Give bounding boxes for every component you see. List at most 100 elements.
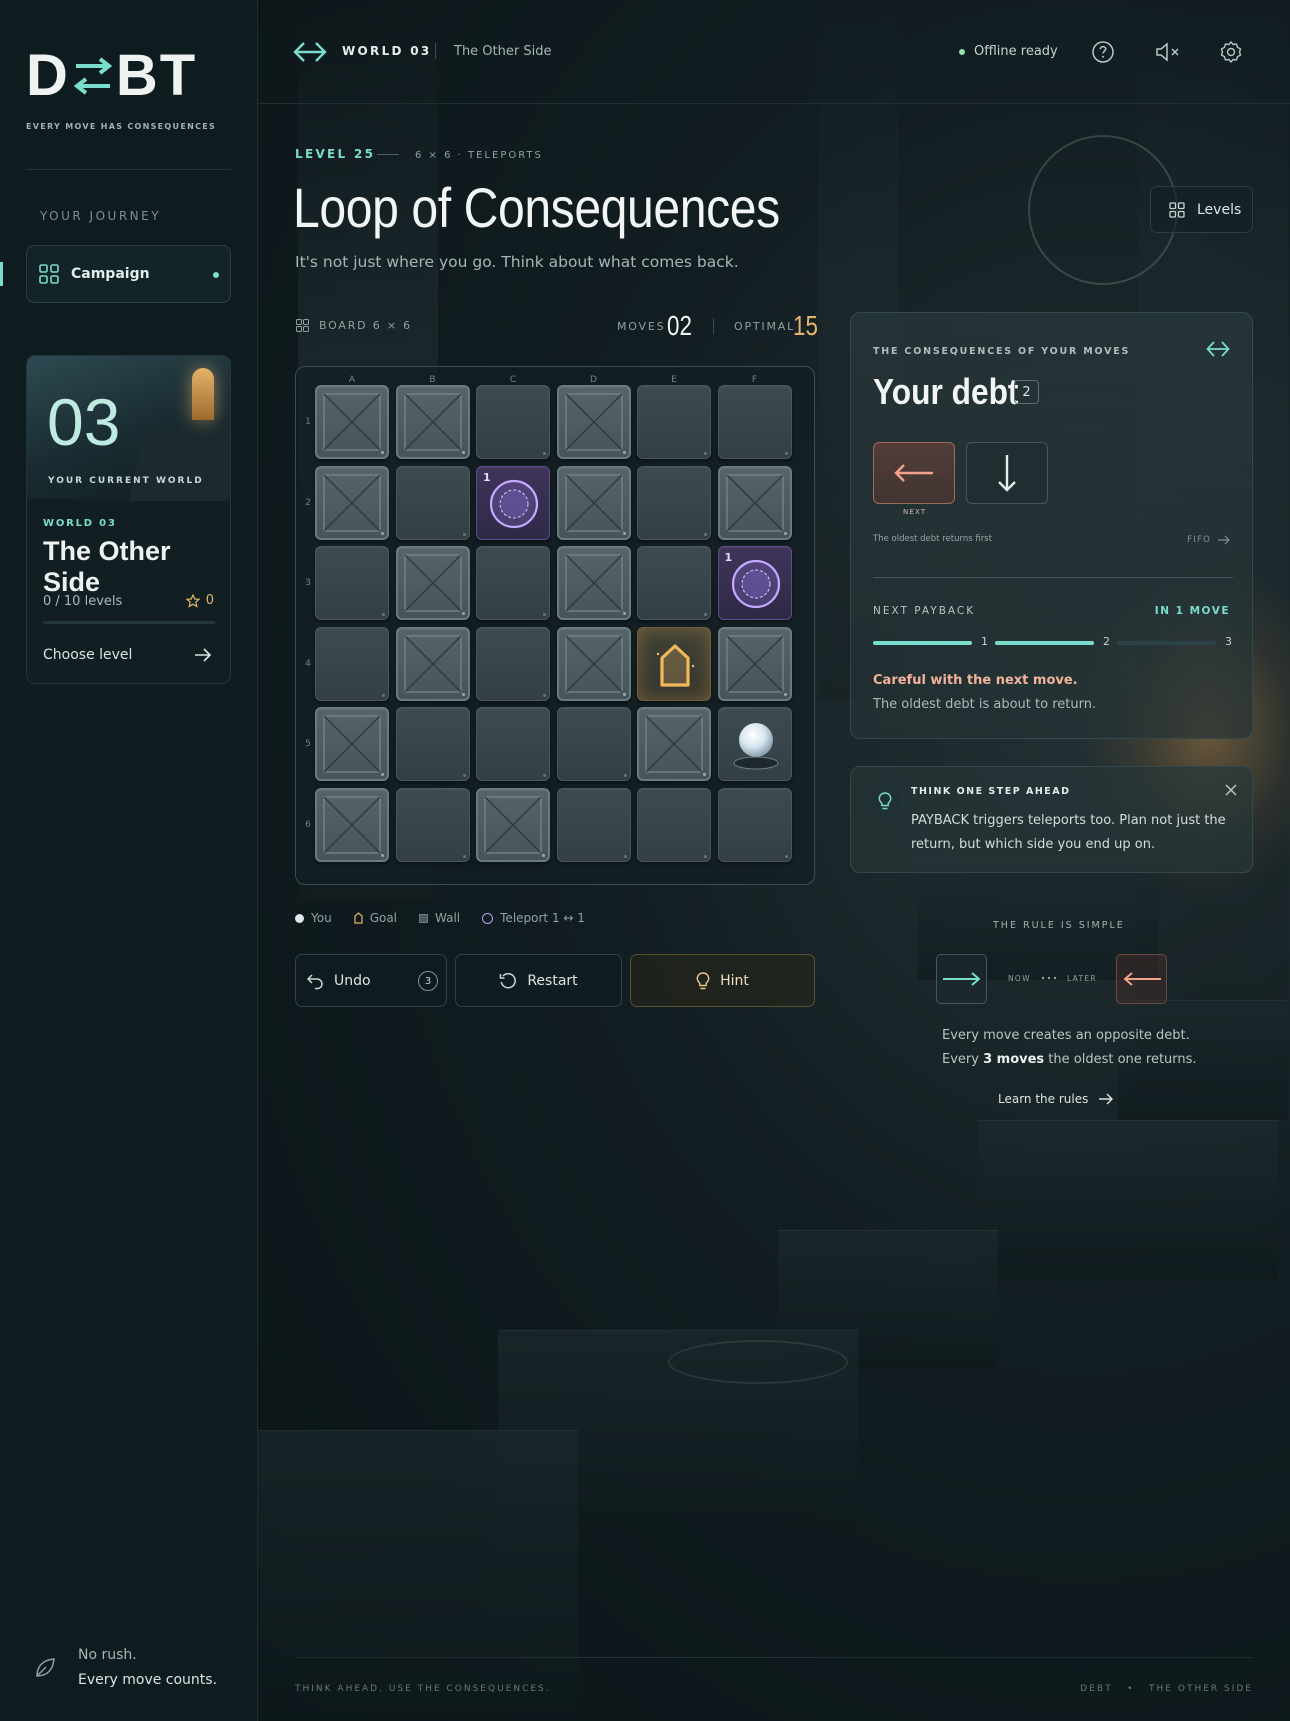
board-cell-d1-wall[interactable] xyxy=(556,385,631,459)
board-cell-c5-floor[interactable] xyxy=(476,707,550,781)
sidebar-footer-line2: Every move counts. xyxy=(78,1672,218,1688)
board-cell-c4-floor[interactable] xyxy=(476,626,550,701)
page-title: Loop of Consequences xyxy=(293,176,780,239)
restart-icon xyxy=(500,972,517,988)
board-cell-d4-wall[interactable] xyxy=(556,626,631,701)
rivet-icon xyxy=(704,854,707,858)
mute-icon[interactable] xyxy=(1154,40,1182,64)
logo[interactable]: D BT xyxy=(26,47,197,105)
world-progress: 0 / 10 levels xyxy=(43,594,123,609)
grid-icon xyxy=(39,264,59,284)
world-number: 03 xyxy=(47,385,121,459)
board-cell-b2-floor[interactable] xyxy=(395,465,470,540)
rivet-icon xyxy=(784,452,788,455)
rivet-icon xyxy=(543,693,546,697)
rivet-icon xyxy=(622,451,626,454)
board-cell-a5-wall[interactable] xyxy=(315,707,389,781)
board-cell-f3-teleport[interactable]: 1 xyxy=(717,546,792,620)
wall-cross-icon xyxy=(323,393,381,451)
wall-cross-icon xyxy=(323,715,381,773)
board-cell-e3-floor[interactable] xyxy=(637,546,711,620)
board-cell-a2-wall[interactable] xyxy=(315,465,389,540)
world-label: WORLD 03 xyxy=(342,44,432,58)
rivet-icon xyxy=(783,531,787,535)
settings-icon[interactable] xyxy=(1219,40,1243,64)
board-cell-d6-floor[interactable] xyxy=(556,787,631,862)
board-cell-e2-floor[interactable] xyxy=(637,465,711,540)
choose-level-link[interactable]: Choose level xyxy=(43,647,132,663)
board-cell-b1-wall[interactable] xyxy=(395,385,470,459)
board-cell-a4-floor[interactable] xyxy=(315,626,389,701)
board-cell-d2-wall[interactable] xyxy=(556,465,631,540)
row-label: 3 xyxy=(305,578,311,588)
board-cell-e4-goal[interactable] xyxy=(637,626,711,701)
hint-button[interactable]: Hint xyxy=(630,954,815,1007)
tip-body: PAYBACK triggers teleports too. Plan not… xyxy=(911,813,1226,852)
board-cell-f1-floor[interactable] xyxy=(717,385,792,459)
legend-label: Goal xyxy=(369,911,398,925)
grid-icon xyxy=(296,319,309,332)
sidebar-item-campaign[interactable]: Campaign xyxy=(26,245,231,303)
fifo-link[interactable]: FIFO xyxy=(1187,535,1230,545)
wall-cross-icon xyxy=(323,795,381,854)
board-cell-e1-floor[interactable] xyxy=(637,385,711,459)
rivet-icon xyxy=(381,531,384,535)
levels-button[interactable]: Levels xyxy=(1150,186,1253,233)
offline-status: Offline ready xyxy=(959,44,1058,59)
status-text: Offline ready xyxy=(974,44,1058,59)
rivet-icon xyxy=(382,693,385,697)
board-cell-b4-wall[interactable] xyxy=(395,626,470,701)
board-cell-f4-wall[interactable] xyxy=(717,626,792,701)
board-cell-a3-floor[interactable] xyxy=(315,546,389,620)
row-label: 4 xyxy=(305,658,311,669)
undo-button[interactable]: Undo 3 xyxy=(295,954,447,1007)
board-cell-b5-floor[interactable] xyxy=(395,707,470,781)
learn-rules-link[interactable]: Learn the rules xyxy=(998,1092,1114,1106)
board-cell-c2-teleport[interactable]: 1 xyxy=(476,465,550,540)
arrow-right-icon xyxy=(942,972,981,986)
wall-cross-icon xyxy=(403,554,462,612)
rivet-icon xyxy=(543,613,546,616)
restart-button[interactable]: Restart xyxy=(455,954,622,1007)
arrow-right-icon[interactable] xyxy=(194,647,212,663)
board-cell-f2-wall[interactable] xyxy=(717,465,792,540)
rule-line-2-pre: Every xyxy=(942,1052,984,1067)
hint-label: Hint xyxy=(720,972,749,989)
rivet-icon xyxy=(461,612,465,615)
section-label: YOUR JOURNEY xyxy=(40,209,162,223)
payback-step-label: 3 xyxy=(1225,635,1232,648)
warning-detail: The oldest debt is about to return. xyxy=(873,697,1097,712)
board-cell-d5-floor[interactable] xyxy=(556,707,631,781)
leaf-icon xyxy=(36,1658,55,1677)
board-cell-f5-player[interactable] xyxy=(717,707,792,781)
board-cell-c1-floor[interactable] xyxy=(476,385,550,459)
board-cell-b6-floor[interactable] xyxy=(395,787,470,862)
payback-step-label: 1 xyxy=(981,635,988,648)
fifo-label: FIFO xyxy=(1187,535,1211,545)
rivet-icon xyxy=(622,531,626,535)
legend-you: You xyxy=(295,911,332,925)
board-cell-e5-wall[interactable] xyxy=(637,707,711,781)
board-cell-a6-wall[interactable] xyxy=(315,787,389,862)
wall-cross-icon xyxy=(323,473,381,532)
wall-cross-icon xyxy=(484,795,542,854)
close-icon[interactable] xyxy=(1224,783,1238,797)
world-name: The Other Side xyxy=(454,44,552,59)
board-cell-c6-wall[interactable] xyxy=(476,787,550,862)
board-cell-a1-wall[interactable] xyxy=(315,385,389,459)
column-label: B xyxy=(429,375,436,385)
board-cell-e6-floor[interactable] xyxy=(637,787,711,862)
legend-wall: Wall xyxy=(419,911,460,925)
wall-cross-icon xyxy=(403,393,462,451)
rivet-icon xyxy=(784,854,788,858)
board-cell-d3-wall[interactable] xyxy=(556,546,631,620)
board-cell-b3-wall[interactable] xyxy=(395,546,470,620)
rule-later-label: LATER xyxy=(1067,974,1097,983)
wall-cross-icon xyxy=(645,715,703,773)
board-cell-f6-floor[interactable] xyxy=(717,787,792,862)
footer-left: THINK AHEAD. USE THE CONSEQUENCES. xyxy=(295,1684,551,1694)
help-icon[interactable] xyxy=(1091,40,1115,64)
board-cell-c3-floor[interactable] xyxy=(476,546,550,620)
learn-rules-label: Learn the rules xyxy=(998,1092,1089,1106)
game-board[interactable]: A B C D E F 1 2 3 4 5 6 1 1 xyxy=(295,366,815,885)
